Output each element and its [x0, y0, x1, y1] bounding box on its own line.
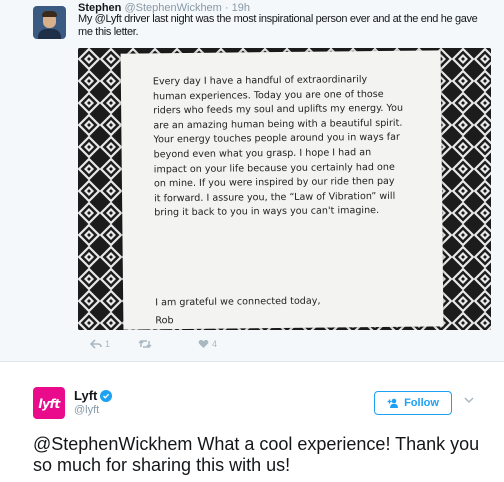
- letter-body: Every day I have a handful of extraordin…: [152, 74, 404, 219]
- reply-tweet: lyft Lyft @lyft Follow @StephenWickhem W…: [0, 362, 504, 482]
- verified-icon: [100, 389, 113, 402]
- lyft-avatar[interactable]: lyft: [33, 387, 65, 419]
- lyft-logo-text: lyft: [38, 395, 60, 411]
- like-action[interactable]: 4: [198, 337, 217, 351]
- reply-count: 1: [105, 339, 111, 349]
- retweet-icon: [138, 339, 152, 349]
- like-count: 4: [212, 339, 218, 349]
- stephen-avatar[interactable]: [33, 6, 66, 39]
- follow-person-icon: [387, 398, 399, 408]
- chevron-down-icon[interactable]: [464, 396, 474, 404]
- follow-button[interactable]: Follow: [374, 391, 452, 415]
- follow-label: Follow: [404, 397, 439, 409]
- retweet-action[interactable]: [138, 337, 155, 351]
- avatar-hair: [42, 11, 57, 17]
- original-tweet: Stephen @StephenWickhem · 19h My @Lyft d…: [0, 0, 504, 362]
- reply-icon: [90, 339, 102, 349]
- heart-icon: [198, 339, 209, 348]
- reply-author-name[interactable]: Lyft: [74, 388, 97, 403]
- avatar-shirt: [38, 29, 61, 39]
- letter-signature: Rob: [155, 315, 174, 327]
- reply-action[interactable]: 1: [90, 337, 110, 351]
- reply-author-handle[interactable]: @lyft: [74, 404, 99, 416]
- letter-photo[interactable]: Every day I have a handful of extraordin…: [78, 48, 491, 330]
- tweet-text: My @Lyft driver last night was the most …: [78, 13, 478, 38]
- letter-closing: I am grateful we connected today,: [155, 295, 321, 309]
- reply-text: @StephenWickhem What a cool experience! …: [33, 434, 480, 475]
- reply-author-row: Lyft: [74, 388, 113, 403]
- handwritten-letter: Every day I have a handful of extraordin…: [120, 50, 444, 330]
